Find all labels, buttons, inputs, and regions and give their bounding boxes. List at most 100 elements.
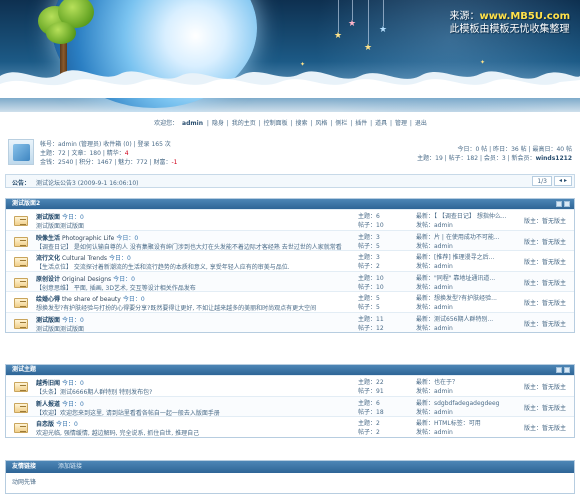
forum-moderator: 版主：暂无版主 — [524, 320, 567, 328]
friend-link-item[interactable]: 动网先锋 — [6, 473, 574, 490]
last-post-link[interactable]: 最新：HTML标签：可用 — [416, 419, 481, 428]
watermark-prefix: 来源： — [449, 11, 480, 22]
forum-last-post: 最新：sdgbdfadegadegdeeg 发帖：admin — [416, 399, 499, 417]
forum-desc: 测试版面测试版面 — [36, 325, 85, 333]
forum-stats-members: 主题：19 | 帖子：182 | 会员：3 | 新会员：winds1212 — [417, 153, 572, 162]
forum-name-en[interactable]: the share of beauty — [62, 296, 121, 303]
forum-row: 越秀旧闻 今日：0 【头条】测试6666期人群特别 特别发布包? 主题：22 帖子：… — [6, 375, 574, 396]
nav-separator: | — [206, 120, 209, 127]
collapse-icon[interactable] — [564, 367, 570, 373]
list-view-icon[interactable] — [556, 367, 562, 373]
topic-count: 主题：10 — [358, 274, 384, 282]
nav-item-sidebar[interactable]: 侧栏 — [335, 120, 347, 127]
newest-member-link[interactable]: winds1212 — [536, 155, 572, 162]
forum-status-icon — [14, 277, 28, 288]
forum-status-icon — [14, 423, 28, 433]
forum-name-link[interactable]: 测试版面 — [36, 317, 60, 324]
announcement-link[interactable]: 测试论坛公告3 (2009-9-1 16:06:10) — [36, 178, 139, 187]
category-title[interactable]: 测试主题 — [12, 366, 36, 373]
nav-item-props[interactable]: 道具 — [375, 120, 387, 127]
nav-item-control-panel[interactable]: 控制面板 — [264, 120, 288, 127]
nav-item-style[interactable]: 风格 — [315, 120, 327, 127]
last-post-link[interactable]: 最新：测试656期人群特别... — [416, 315, 493, 324]
nav-item-invisible[interactable]: 隐身 — [212, 120, 224, 127]
announcement-pager: 1/3 — [532, 176, 552, 186]
forum-moderator: 版主：暂无版主 — [524, 238, 567, 246]
category-header: 测试主题 — [6, 365, 574, 375]
user-posts-text: 主题：72 | 文章：180 | 精华： — [40, 150, 125, 157]
forum-counts: 主题：10 帖子：10 — [358, 274, 384, 292]
forum-name-en[interactable]: Original Designs — [62, 276, 111, 283]
forum-counts: 主题：11 帖子：12 — [358, 315, 384, 333]
last-post-link[interactable]: 最新：[推荐] 推理漫寻之后... — [416, 253, 494, 262]
nav-username[interactable]: admin — [182, 120, 203, 127]
watermark-site[interactable]: www.MB5U.com — [479, 11, 570, 22]
forum-today-count: 今日：0 — [109, 255, 131, 262]
nav-item-plugins[interactable]: 插件 — [355, 120, 367, 127]
welcome-text: 欢迎您： — [154, 120, 179, 127]
friend-links-title: 友情链接 — [12, 463, 37, 470]
nav-item-homepage[interactable]: 我的主页 — [232, 120, 256, 127]
forum-today-count: 今日：0 — [62, 400, 84, 408]
avatar[interactable] — [8, 139, 34, 165]
nav-item-admin[interactable]: 管理 — [395, 120, 407, 127]
forum-status-icon — [14, 318, 28, 329]
last-post-link[interactable]: 最新：片 | 在使用成功不可能... — [416, 233, 500, 242]
forum-today-count: 今日：0 — [113, 275, 135, 283]
forum-name-link[interactable]: 流行文化 — [36, 255, 60, 262]
forum-name-link[interactable]: 测试版面 — [36, 214, 60, 221]
forum-name-en[interactable]: Photographic Life — [62, 235, 114, 242]
nav-separator: | — [310, 120, 313, 127]
user-elite-count: 4 — [124, 150, 129, 157]
topic-count: 主题：3 — [358, 254, 380, 261]
collapse-icon[interactable] — [564, 201, 570, 207]
forum-counts: 主题：5 帖子：5 — [358, 294, 380, 312]
user-money-line: 金钱：2540 | 积分：1467 | 魅力：772 | 财富：-1 — [40, 157, 177, 166]
forum-title: 流行文化 Cultural Trends 今日：0 — [36, 253, 131, 262]
avatar-image — [13, 144, 30, 161]
nav-item-logout[interactable]: 退出 — [415, 120, 427, 127]
last-post-link[interactable]: 最新：sdgbdfadegadegdeeg — [416, 399, 499, 408]
forum-name-link[interactable]: 新人报道 — [36, 401, 60, 408]
forum-name-link[interactable]: 绘婚心得 — [36, 296, 60, 303]
forum-title: 测试版面 今日：0 — [36, 315, 84, 324]
forum-name-link[interactable]: 映像生活 — [36, 235, 60, 242]
post-count: 帖子：2 — [358, 429, 380, 436]
topic-count: 主题：22 — [358, 379, 384, 386]
add-link-button[interactable]: 添加链接 — [58, 463, 82, 470]
last-post-link[interactable]: 最新：想换发型?有护肤经验... — [416, 294, 497, 303]
friend-links-block: 友情链接 添加链接 动网先锋 — [5, 460, 575, 494]
forum-name-link[interactable]: 越秀旧闻 — [36, 380, 60, 387]
forum-desc: 欢迎光临, 强情缓情, 越边解码, 完全说系, 抓住自世, 推理自己 — [36, 430, 200, 437]
forum-status-icon — [14, 257, 28, 267]
forum-status-icon — [14, 382, 28, 392]
announcement-bar: 公告： 测试论坛公告3 (2009-9-1 16:06:10) 1/3 ◂ ▸ — [5, 174, 575, 188]
forum-name-link[interactable]: 自恋版 — [36, 421, 54, 428]
friend-links-header: 友情链接 添加链接 — [6, 461, 574, 473]
forum-counts: 主题：3 帖子：5 — [358, 233, 380, 251]
category-title[interactable]: 测试版面2 — [12, 200, 40, 207]
forum-name-en[interactable]: Cultural Trends — [62, 255, 107, 262]
watermark-note: 来源：www.MB5U.com 此模板由模板无忧收集整理 — [449, 10, 570, 36]
topic-count: 主题：11 — [358, 315, 384, 323]
forum-title: 自恋版 今日：0 — [36, 419, 78, 428]
nav-separator: | — [226, 120, 229, 127]
forum-last-post: 最新：【 【调查日记】 想指仲么... 发帖：admin — [416, 212, 507, 230]
forum-title: 新人报道 今日：0 — [36, 399, 84, 408]
forum-name-link[interactable]: 原创设计 — [36, 276, 60, 283]
forum-title: 原创设计 Original Designs 今日：0 — [36, 274, 135, 283]
last-post-link[interactable]: 最新："同程" 靠地址通讯道... — [416, 274, 495, 283]
forum-stats-posts: 今日：0 帖 | 昨日：36 帖 | 最高日：40 帖 — [457, 146, 572, 153]
last-post-link[interactable]: 最新：也在于？ — [416, 378, 458, 387]
forum-moderator: 版主：暂无版主 — [524, 300, 567, 307]
list-view-icon[interactable] — [556, 201, 562, 207]
nav-item-search[interactable]: 搜索 — [296, 120, 308, 127]
user-account-line: 帐号：admin (管理员) 收件箱 (0) | 登录 165 次 — [40, 141, 171, 148]
last-post-link[interactable]: 最新：【 【调查日记】 想指仲么... — [416, 212, 507, 221]
forum-counts: 主题：6 帖子：10 — [358, 212, 384, 230]
announcement-arrows-button[interactable]: ◂ ▸ — [554, 176, 572, 186]
forum-last-post: 最新：HTML标签：可用 发帖：admin — [416, 419, 481, 437]
forum-title: 越秀旧闻 今日：0 — [36, 378, 84, 387]
star-icon: ★ — [379, 25, 388, 35]
forum-last-post: 最新：片 | 在使用成功不可能... 发帖：admin — [416, 233, 500, 251]
